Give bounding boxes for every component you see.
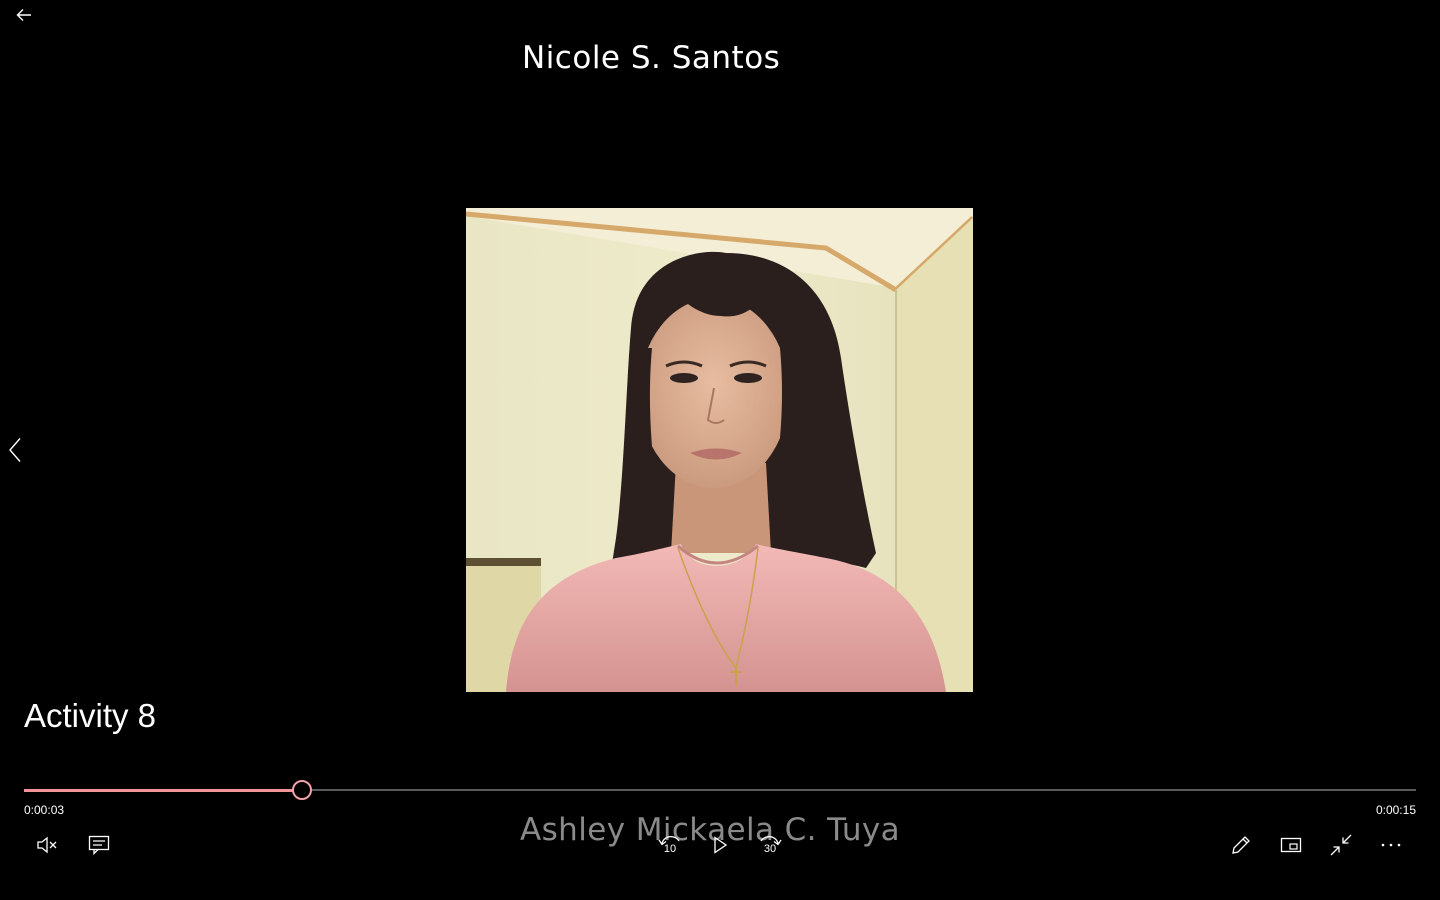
total-time: 0:00:15 [1375,803,1416,817]
previous-button[interactable] [2,430,28,470]
pencil-icon [1232,836,1250,854]
captions-icon [88,835,110,855]
mini-player-button[interactable] [1274,829,1308,861]
chevron-left-icon [9,438,21,462]
skip-back-seconds: 10 [663,843,677,855]
mute-button[interactable] [30,829,64,861]
video-player: Nicole S. Santos Activity 8 0:00:03 0:00… [0,0,1440,900]
seek-progress [24,788,302,792]
edit-button[interactable] [1224,829,1258,861]
ellipsis-icon [1381,843,1401,847]
video-frame[interactable] [466,208,973,692]
picture-in-picture-icon [1280,837,1302,853]
play-icon [714,836,728,854]
skip-forward-seconds: 30 [763,843,777,855]
current-time: 0:00:03 [24,803,65,817]
arrow-left-icon [16,9,31,21]
more-options-button[interactable] [1374,829,1408,861]
skip-forward-button[interactable]: 30 [753,829,787,861]
seek-thumb[interactable] [292,780,312,800]
video-still [466,208,973,692]
volume-muted-icon [37,836,57,854]
activity-label: Activity 8 [24,697,157,734]
exit-fullscreen-button[interactable] [1324,829,1358,861]
seek-bar[interactable] [24,780,1416,800]
subtitles-button[interactable] [82,829,116,861]
play-button[interactable] [703,829,737,861]
collapse-icon [1330,834,1352,856]
skip-back-button[interactable]: 10 [653,829,687,861]
back-button[interactable] [8,2,40,28]
video-title: Nicole S. Santos [522,40,781,76]
